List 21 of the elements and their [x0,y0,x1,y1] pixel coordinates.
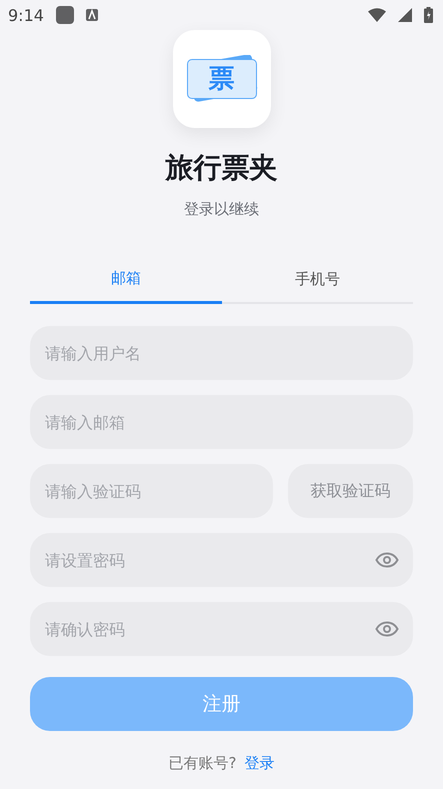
tab[interactable]: 手机号 [222,262,413,304]
login-link[interactable]: 登录 [244,753,274,773]
password-field[interactable]: 请确认密码 [30,602,413,656]
subtitle: 登录以继续 [184,199,259,219]
footer-text: 已有账号? [168,753,236,773]
eye-icon[interactable] [375,621,399,637]
notification-icon [56,6,74,24]
get-code-button[interactable]: 获取验证码 [288,464,413,518]
input-field[interactable]: 请输入邮箱 [30,395,413,449]
app-title: 旅行票夹 [166,150,278,186]
eye-icon[interactable] [375,552,399,568]
battery-icon [424,7,433,23]
input-field[interactable]: 请输入用户名 [30,326,413,380]
wifi-icon [368,8,386,22]
notification-icon [86,9,98,21]
password-field[interactable]: 请设置密码 [30,533,413,587]
status-time: 9:14 [8,6,44,24]
input-field[interactable]: 请输入验证码 [30,464,273,518]
tab[interactable]: 邮箱 [30,262,222,304]
logo-glyph: 票 [208,66,234,92]
signal-icon [398,8,412,22]
